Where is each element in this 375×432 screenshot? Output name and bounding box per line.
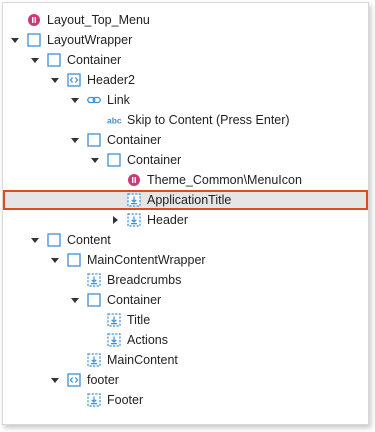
container-icon bbox=[107, 153, 121, 167]
container-icon bbox=[87, 133, 101, 147]
link-icon bbox=[87, 93, 101, 107]
tree-node-label: Breadcrumbs bbox=[107, 273, 182, 287]
tree-node-label: Skip to Content (Press Enter) bbox=[127, 113, 290, 127]
tree-node-skip-to-content-press-enter[interactable]: abc Skip to Content (Press Enter) bbox=[3, 110, 368, 130]
tree-node-maincontentwrapper[interactable]: MainContentWrapper bbox=[3, 250, 368, 270]
block-icon bbox=[127, 173, 141, 187]
tree-node-label: MainContent bbox=[107, 353, 178, 367]
tree-node-label: Container bbox=[107, 133, 162, 147]
widget-tree: Layout_Top_Menu LayoutWrapper Container Hea… bbox=[3, 3, 368, 410]
expand-arrow-icon[interactable] bbox=[70, 135, 80, 145]
tree-node-label: Title bbox=[127, 313, 151, 327]
container-icon bbox=[47, 53, 61, 67]
tree-node-title[interactable]: Title bbox=[3, 310, 368, 330]
tree-node-applicationtitle[interactable]: ApplicationTitle bbox=[3, 190, 368, 210]
tree-node-container[interactable]: Container bbox=[3, 150, 368, 170]
placeholder-icon bbox=[127, 213, 141, 227]
placeholder-icon bbox=[107, 313, 121, 327]
tree-node-header2[interactable]: Header2 bbox=[3, 70, 368, 90]
expand-arrow-icon[interactable] bbox=[50, 75, 60, 85]
tree-node-maincontent[interactable]: MainContent bbox=[3, 350, 368, 370]
tree-node-label: Container bbox=[67, 53, 122, 67]
tree-node-label: Header2 bbox=[87, 73, 135, 87]
placeholder-icon bbox=[107, 333, 121, 347]
block-icon bbox=[27, 13, 41, 27]
tree-node-label: footer bbox=[87, 373, 119, 387]
tree-node-layoutwrapper[interactable]: LayoutWrapper bbox=[3, 30, 368, 50]
tree-node-footer[interactable]: Footer bbox=[3, 390, 368, 410]
text-icon: abc bbox=[107, 113, 123, 127]
placeholder-icon bbox=[87, 353, 101, 367]
tree-node-footer[interactable]: footer bbox=[3, 370, 368, 390]
tree-node-actions[interactable]: Actions bbox=[3, 330, 368, 350]
tree-node-content[interactable]: Content bbox=[3, 230, 368, 250]
tree-node-label: Layout_Top_Menu bbox=[47, 13, 150, 27]
tree-node-header[interactable]: Header bbox=[3, 210, 368, 230]
code-icon bbox=[67, 373, 81, 387]
tree-node-container[interactable]: Container bbox=[3, 130, 368, 150]
expand-arrow-icon[interactable] bbox=[50, 375, 60, 385]
code-icon bbox=[67, 73, 81, 87]
widget-tree-panel: Layout_Top_Menu LayoutWrapper Container Hea… bbox=[2, 2, 369, 425]
tree-node-label: LayoutWrapper bbox=[47, 33, 133, 47]
container-icon bbox=[47, 233, 61, 247]
tree-node-theme-common-menuicon[interactable]: Theme_Common\MenuIcon bbox=[3, 170, 368, 190]
placeholder-icon bbox=[127, 193, 141, 207]
tree-node-label: Header bbox=[147, 213, 188, 227]
tree-node-layout-top-menu[interactable]: Layout_Top_Menu bbox=[3, 10, 368, 30]
container-icon bbox=[27, 33, 41, 47]
placeholder-icon bbox=[87, 393, 101, 407]
expand-arrow-icon[interactable] bbox=[30, 235, 40, 245]
tree-node-label: Container bbox=[107, 293, 162, 307]
expand-arrow-icon[interactable] bbox=[10, 35, 20, 45]
expand-arrow-icon[interactable] bbox=[90, 155, 100, 165]
tree-node-label: Container bbox=[127, 153, 182, 167]
svg-text:abc: abc bbox=[107, 116, 122, 126]
tree-node-label: Footer bbox=[107, 393, 144, 407]
tree-node-label: Link bbox=[107, 93, 130, 107]
tree-node-label: Actions bbox=[127, 333, 168, 347]
expand-arrow-icon[interactable] bbox=[70, 295, 80, 305]
tree-node-breadcrumbs[interactable]: Breadcrumbs bbox=[3, 270, 368, 290]
tree-node-label: Content bbox=[67, 233, 111, 247]
tree-node-container[interactable]: Container bbox=[3, 290, 368, 310]
container-icon bbox=[67, 253, 81, 267]
tree-node-label: Theme_Common\MenuIcon bbox=[147, 173, 302, 187]
tree-node-link[interactable]: Link bbox=[3, 90, 368, 110]
tree-node-label: ApplicationTitle bbox=[147, 193, 232, 207]
placeholder-icon bbox=[87, 273, 101, 287]
expand-arrow-icon[interactable] bbox=[50, 255, 60, 265]
collapse-arrow-icon[interactable] bbox=[110, 215, 120, 225]
expand-arrow-icon[interactable] bbox=[30, 55, 40, 65]
tree-node-label: MainContentWrapper bbox=[87, 253, 206, 267]
container-icon bbox=[87, 293, 101, 307]
tree-node-container[interactable]: Container bbox=[3, 50, 368, 70]
expand-arrow-icon[interactable] bbox=[70, 95, 80, 105]
